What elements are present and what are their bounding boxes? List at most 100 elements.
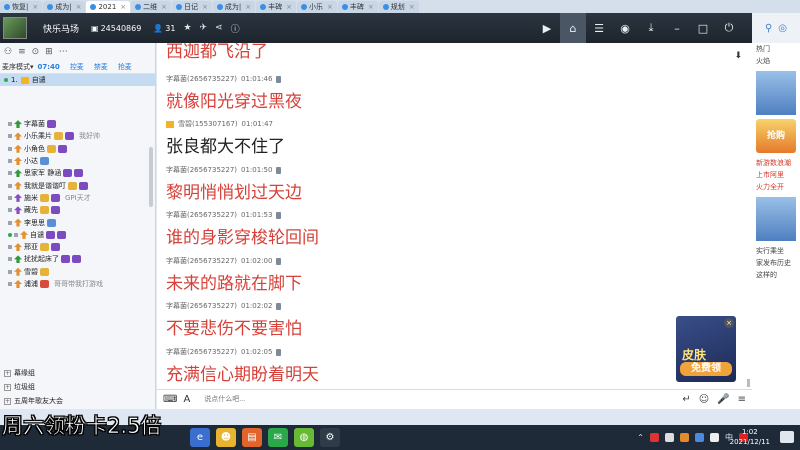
browser-tab[interactable]: 丰碑 × [337,1,378,13]
chevron-up-icon[interactable]: ⌃ [637,433,644,442]
news-thumbnail[interactable] [756,197,796,241]
user-row[interactable]: 李思思 [0,216,150,228]
close-icon[interactable]: × [368,1,374,13]
user-row[interactable]: 邢亚 [0,241,150,253]
video-icon[interactable]: ▶ [534,13,560,43]
news-item[interactable]: 这样的 [752,269,800,281]
news-item[interactable]: 新游数浪潮 [752,157,800,169]
close-icon[interactable]: × [724,318,734,328]
expand-icon[interactable]: + [4,369,11,377]
chat-input[interactable] [204,392,635,407]
grab-mic-link[interactable]: 抢麦 [118,62,132,72]
group-row[interactable]: + 垃圾组 [0,380,150,394]
user-row[interactable]: 思家军 静涵 [0,167,150,179]
user-row[interactable]: 字幕菌 [0,118,150,130]
gamepad-icon[interactable]: ⌨ [163,394,177,405]
chat-scrollbar[interactable] [747,379,750,387]
microphone-icon[interactable]: 🎤 [717,394,729,405]
expand-icon[interactable]: + [4,383,11,391]
maximize-icon[interactable]: □ [690,13,716,43]
browser-tab[interactable]: 二维 × [131,1,172,13]
user-row[interactable]: 浦浦 哥哥带我打游戏 [0,278,150,290]
group-row[interactable]: + 五周年歌友大会 [0,394,150,408]
emoji-icon[interactable]: ☺ [699,394,709,405]
clock[interactable]: 1:02 2021/12/11 [730,427,770,447]
user-row[interactable]: 小角色 [0,143,150,155]
close-icon[interactable]: × [161,1,167,13]
location-icon[interactable]: ⊙ [32,47,40,57]
grid-icon[interactable]: ⊞ [45,47,53,57]
home-icon[interactable]: ⌂ [560,13,586,43]
more-icon[interactable]: ⋯ [59,47,68,57]
tray-app-icon[interactable] [680,433,689,442]
download-icon[interactable]: ⤓ [638,13,664,43]
close-icon[interactable]: × [202,1,208,13]
close-icon[interactable]: × [286,1,292,13]
send-icon[interactable]: ↵ [682,394,690,405]
tray-app-icon[interactable] [650,433,659,442]
news-thumbnail[interactable] [756,71,796,115]
room-avatar[interactable] [3,17,27,39]
security-app-icon[interactable]: ◍ [294,428,314,447]
close-icon[interactable]: × [76,1,82,13]
ad-button[interactable]: 免费领 [680,362,732,376]
notification-icon[interactable] [780,431,794,443]
users-icon[interactable]: ⚇ [4,47,12,57]
office-app-icon[interactable]: ▤ [242,428,262,447]
group-row[interactable]: + 幕缘组 [0,366,150,380]
user-row[interactable]: 雪碧 [0,266,150,278]
news-item[interactable]: 火焰 [752,55,800,67]
user-row[interactable]: 藏先 [0,204,150,216]
news-item[interactable]: 上市阿里 [752,169,800,181]
close-icon[interactable]: × [120,1,126,13]
settings-icon[interactable]: ≡ [738,394,746,405]
mic-queue-item[interactable]: 1. 自谴 [0,74,155,86]
news-item[interactable]: 家发布历史 [752,257,800,269]
star-icon[interactable]: ★ [183,23,191,33]
info-icon[interactable]: ⓘ [231,22,240,35]
browser-tab[interactable]: 小乐 × [297,1,337,13]
minimize-icon[interactable]: – [664,13,690,43]
mute-mic-link[interactable]: 禁麦 [94,62,108,72]
browser-tab[interactable]: 成为| × [43,1,86,13]
news-item[interactable]: 热门 [752,43,800,55]
power-icon[interactable]: ⏻ [716,13,742,43]
browser-app-icon[interactable]: e [190,428,210,447]
browser-tab[interactable]: 规划 × [378,1,419,13]
close-icon[interactable]: × [409,1,415,13]
tray-app-icon[interactable] [665,433,674,442]
user-row[interactable]: 扰扰起床了 [0,253,150,265]
tray-app-icon[interactable] [695,433,704,442]
news-item[interactable]: 实行乘坐 [752,245,800,257]
user-row[interactable]: 小达 [0,155,150,167]
wechat-app-icon[interactable]: ✉ [268,428,288,447]
control-mic-link[interactable]: 控麦 [70,62,84,72]
user-row[interactable]: 小乐乘片 我好帅 [0,130,150,142]
skin-ad-banner[interactable]: × 皮肤 免费领 [676,316,736,382]
close-icon[interactable]: × [327,1,333,13]
user-row[interactable]: 施米 GPI天才 [0,192,150,204]
share-icon[interactable]: ⋖ [215,23,223,33]
expand-icon[interactable]: + [4,397,11,405]
close-icon[interactable]: × [245,1,251,13]
user-row[interactable]: 自谴 [0,229,150,241]
settings-app-icon[interactable]: ⚙ [320,428,340,447]
scroll-down-icon[interactable]: ⬇ [734,51,742,61]
browser-tab[interactable]: 成为| × [212,1,256,13]
user-row[interactable]: 我就是谐谐叮 [0,179,150,191]
font-style-icon[interactable]: A [183,394,190,405]
gamepad-icon[interactable]: ◉ [612,13,638,43]
search-icon[interactable]: ⚲ [765,23,772,34]
list-icon[interactable]: ≡ [18,47,26,57]
shop-ad[interactable]: 抢购 [756,119,796,153]
browser-tab[interactable]: 恢复| × [0,1,43,13]
browser-tab[interactable]: 丰碑 × [256,1,297,13]
speaker-icon[interactable] [710,433,719,442]
user-icon[interactable]: ◎ [778,23,787,34]
yy-app-icon[interactable]: ☻ [216,428,236,447]
mic-mode-select[interactable]: 麦序模式 [2,62,30,72]
airplane-icon[interactable]: ✈ [200,23,208,33]
notes-icon[interactable]: ☰ [586,13,612,43]
browser-tab[interactable]: 日记 × [172,1,212,13]
close-icon[interactable]: × [32,1,38,13]
